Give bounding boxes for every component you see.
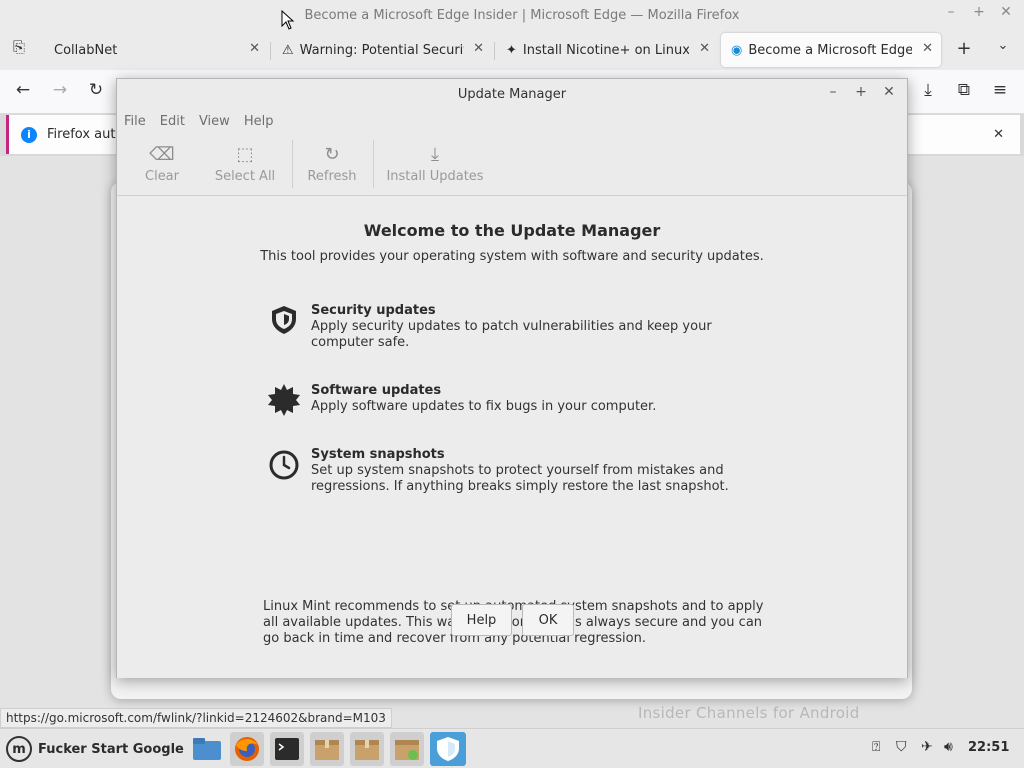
update-shield-tray-icon[interactable]: ⛉ [896,739,907,755]
tab-separator [270,42,271,60]
feature-description: Set up system snapshots to protect yours… [311,463,729,494]
close-icon[interactable]: ✕ [879,84,899,100]
package-icon[interactable] [350,732,384,766]
toolbar-separator [292,140,293,188]
network-tray-icon[interactable]: ✈ [921,739,933,755]
terminal-icon[interactable] [270,732,304,766]
badge-icon [268,384,300,416]
tab-title: Warning: Potential Security Risk Ahead [299,42,464,58]
page-ghost-text: Insider Channels for Android [638,704,860,722]
mouse-cursor-icon [281,10,295,30]
tab-security-warning[interactable]: ⚠ Warning: Potential Security Risk Ahead… [272,33,492,67]
tab-overview-icon[interactable]: ⎘ [6,38,32,56]
clock-icon [269,450,299,480]
maximize-icon[interactable]: + [968,4,990,20]
start-menu-button[interactable]: m Fucker Start Google [0,729,184,768]
refresh-icon: ↻ [324,143,340,165]
clear-label: Clear [145,168,179,184]
reload-icon[interactable]: ↻ [83,80,109,100]
welcome-title: Welcome to the Update Manager [363,221,661,240]
back-icon[interactable]: ← [10,80,36,100]
update-manager-window: Update Manager – + ✕ File Edit View Help… [116,78,908,678]
volume-icon[interactable]: 🔊︎ [944,739,953,755]
mint-logo-icon: m [6,736,32,762]
feature-title: System snapshots [311,447,445,462]
download-icon: ⤓ [431,143,439,165]
update-manager-title: Update Manager [457,86,567,102]
clear-icon: ⌫ [149,143,175,165]
update-manager-titlebar[interactable]: Update Manager – + ✕ [117,79,907,109]
package-installer-icon[interactable] [390,732,424,766]
update-manager-taskbar-icon[interactable] [430,732,466,766]
clear-button[interactable]: ⌫ Clear [133,134,191,194]
install-updates-label: Install Updates [386,168,484,184]
firefox-tab-bar: ⎘ CollabNet ✕ ⚠ Warning: Potential Secur… [0,30,1024,70]
menu-edit[interactable]: Edit [160,114,185,129]
select-all-label: Select All [214,168,276,184]
refresh-label: Refresh [307,168,357,184]
update-manager-toolbar: ⌫ Clear ⬚ Select All ↻ Refresh ⤓ Install… [117,134,907,196]
welcome-subtitle: This tool provides your operating system… [260,249,764,264]
feature-title: Security updates [311,303,436,318]
update-manager-welcome-panel: Welcome to the Update Manager This tool … [117,197,907,678]
package-icon[interactable] [310,732,344,766]
tab-separator [494,42,495,60]
tab-collabnet[interactable]: CollabNet ✕ [44,33,268,67]
maximize-icon[interactable]: + [851,84,871,100]
feature-description: Apply software updates to fix bugs in yo… [311,399,657,414]
tab-close-icon[interactable]: ✕ [245,41,260,56]
tab-title: Become a Microsoft Edge Insider | Micros… [748,42,913,58]
tab-nicotine[interactable]: ✦ Install Nicotine+ on Linux | Snapcraft… [496,33,718,67]
select-all-icon: ⬚ [236,143,254,165]
update-manager-menubar: File Edit View Help [117,109,287,133]
minimize-icon[interactable]: – [823,84,843,100]
menu-view[interactable]: View [199,114,230,129]
firefox-window-title: Become a Microsoft Edge Insider | Micros… [304,7,740,23]
snapcraft-icon: ✦ [506,42,517,58]
tab-close-icon[interactable]: ✕ [695,41,710,56]
firefox-titlebar: Become a Microsoft Edge Insider | Micros… [0,0,1024,30]
feature-title: Software updates [311,383,442,398]
tab-title: Install Nicotine+ on Linux | Snapcraft [522,42,689,58]
shield-icon [272,306,296,334]
extensions-icon[interactable]: ⧉ [951,80,977,100]
new-tab-icon[interactable]: + [951,38,977,59]
menu-icon[interactable]: ≡ [987,80,1013,100]
tab-edge-insider[interactable]: ◉ Become a Microsoft Edge Insider | Micr… [721,33,941,67]
notification-close-icon[interactable]: ✕ [993,127,1004,142]
taskbar: m Fucker Start Google ⍰ ⛉ ✈ 🔊︎ 22:51 [0,728,1024,768]
downloads-icon[interactable]: ⤓ [915,80,941,100]
close-icon[interactable]: ✕ [995,4,1017,20]
select-all-button[interactable]: ⬚ Select All [213,134,277,194]
firefox-icon[interactable] [230,732,264,766]
install-updates-button[interactable]: ⤓ Install Updates [385,134,485,194]
notification-text: Firefox auto [47,127,124,142]
tab-title: CollabNet [54,42,118,58]
refresh-button[interactable]: ↻ Refresh [303,134,361,194]
minimize-icon[interactable]: – [940,4,962,20]
forward-icon[interactable]: → [47,80,73,100]
notification-tray-icon[interactable]: ⍰ [872,739,880,755]
toolbar-separator [373,140,374,188]
feature-description: Apply security updates to patch vulnerab… [311,319,712,350]
status-url: https://go.microsoft.com/fwlink/?linkid=… [0,708,392,728]
tab-close-icon[interactable]: ✕ [918,41,933,56]
menu-help[interactable]: Help [244,114,274,129]
start-label: Fucker Start Google [38,741,184,757]
tab-close-icon[interactable]: ✕ [469,41,484,56]
clock[interactable]: 22:51 [968,740,1009,755]
warning-icon: ⚠ [282,42,294,58]
edge-icon: ◉ [731,42,743,58]
recommendation-text: Linux Mint recommends to set up automate… [263,599,764,646]
menu-file[interactable]: File [124,114,146,129]
tab-list-icon[interactable]: ⌄ [990,38,1016,53]
file-manager-icon[interactable] [190,732,224,766]
info-icon: i [21,126,37,143]
ok-button[interactable]: OK [522,604,574,636]
help-button[interactable]: Help [451,604,512,636]
